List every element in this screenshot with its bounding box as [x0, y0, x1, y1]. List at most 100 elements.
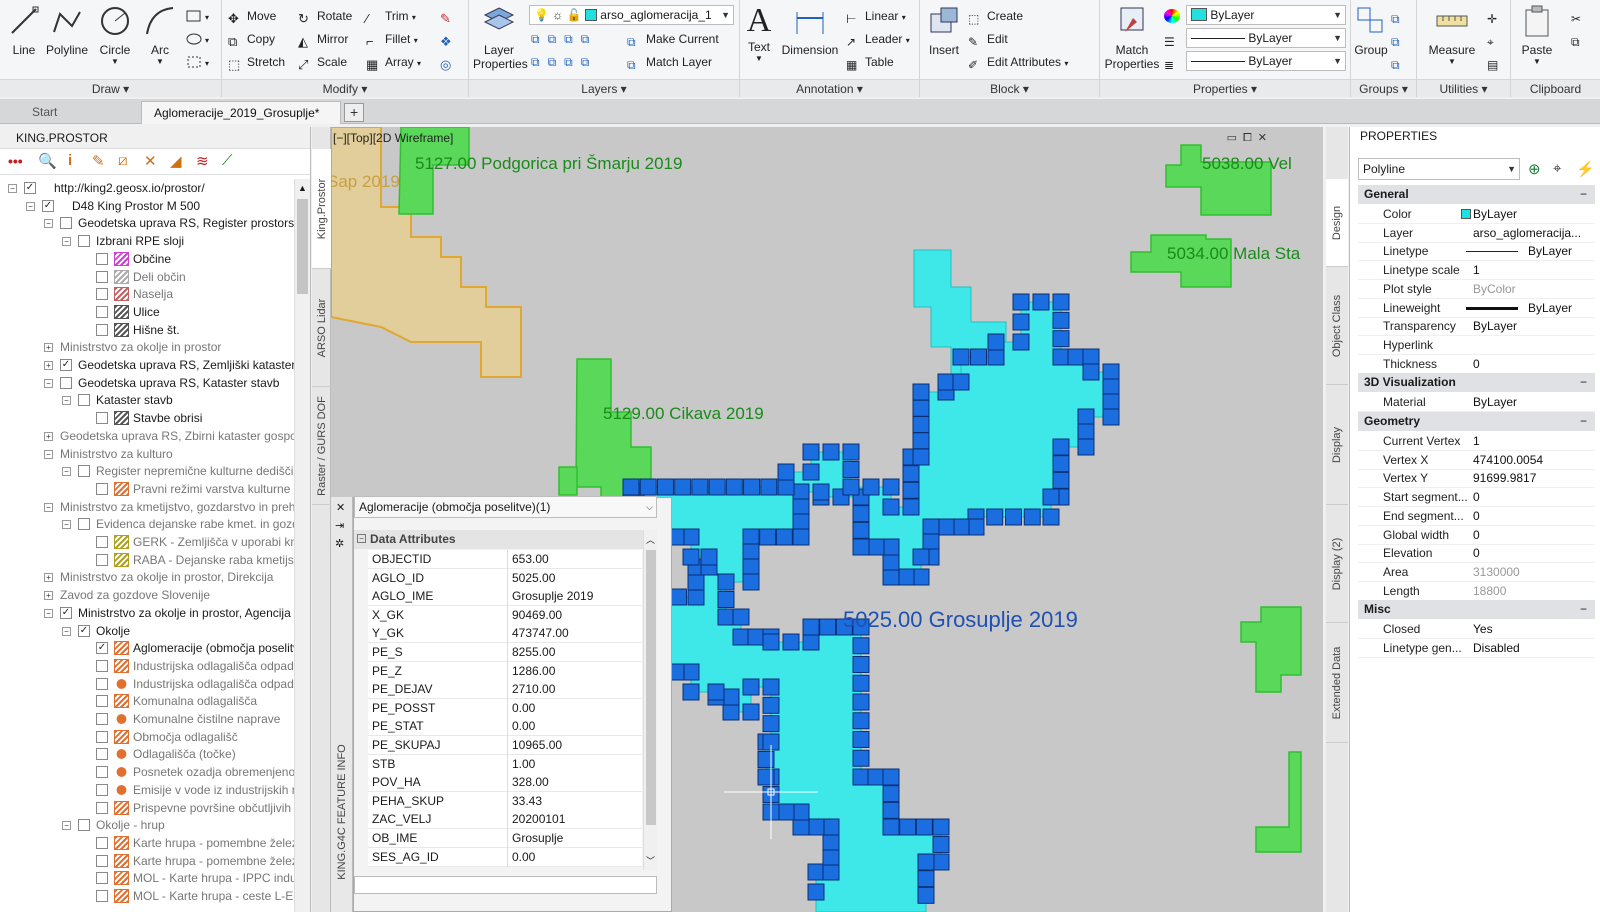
- tree-checkbox[interactable]: [60, 376, 72, 389]
- hatch-button[interactable]: ▾: [186, 29, 209, 49]
- tree-item[interactable]: Karte hrupa - pomembne železnice L: [0, 852, 294, 870]
- tree-item[interactable]: Območja odlagališč: [0, 728, 294, 746]
- info-icon[interactable]: i: [68, 152, 72, 169]
- vertex-grip[interactable]: [842, 443, 860, 461]
- id-point-button[interactable]: ⌖: [1487, 29, 1506, 49]
- vertex-grip[interactable]: [777, 803, 795, 821]
- object-type-selector[interactable]: Polyline ▼: [1358, 158, 1520, 180]
- property-row[interactable]: Lineweight ByLayer: [1358, 299, 1595, 318]
- vertex-grip[interactable]: [802, 618, 820, 636]
- tree-checkbox[interactable]: ✓: [42, 199, 54, 212]
- erase-button[interactable]: ✎: [440, 6, 459, 26]
- group-edit-button[interactable]: ⧉: [1391, 29, 1410, 49]
- tree-item[interactable]: Stavbe obrisi: [0, 409, 294, 427]
- vertex-grip[interactable]: [932, 818, 950, 836]
- vertex-grip[interactable]: [842, 478, 860, 496]
- viewport-controls-label[interactable]: [−][Top][2D Wireframe]: [333, 131, 453, 145]
- vtab-extended-data[interactable]: Extended Data: [1326, 623, 1348, 743]
- layers-panel-title[interactable]: Layers ▾: [469, 79, 739, 97]
- leader-button[interactable]: ↗ Leader ▾: [846, 29, 910, 49]
- property-value[interactable]: 91699.9817: [1473, 469, 1536, 488]
- tree-checkbox[interactable]: [96, 553, 108, 566]
- vertex-grip[interactable]: [912, 448, 930, 466]
- vertex-grip[interactable]: [742, 528, 760, 546]
- stretch-button[interactable]: ⬚ Stretch: [228, 52, 285, 72]
- tree-item[interactable]: GERK - Zemljišča v uporabi kmetijskih go…: [0, 533, 294, 551]
- offset-button[interactable]: ◎: [440, 52, 459, 72]
- tag-icon[interactable]: ⧄: [118, 152, 128, 169]
- match-layer-button[interactable]: ⧉ Match Layer: [627, 52, 712, 72]
- tree-item[interactable]: MOL - Karte hrupa - ceste L-E: [0, 887, 294, 905]
- property-row[interactable]: Length 18800: [1358, 582, 1595, 601]
- property-section-header[interactable]: 3D Visualization −: [1358, 373, 1595, 393]
- vertex-grip[interactable]: [742, 703, 760, 721]
- property-value[interactable]: ByLayer: [1528, 242, 1572, 261]
- cut-button[interactable]: ✂: [1571, 6, 1590, 26]
- vertex-grip[interactable]: [852, 637, 870, 655]
- tree-checkbox[interactable]: [96, 412, 108, 425]
- rotate-button[interactable]: ↻ Rotate: [298, 6, 352, 26]
- tree-checkbox[interactable]: [96, 854, 108, 867]
- vertex-grip[interactable]: [882, 768, 900, 786]
- tree-item[interactable]: − ✓ D48 King Prostor M 500: [0, 197, 294, 215]
- tree-item[interactable]: Odlagališča (točke): [0, 745, 294, 763]
- select-objects-icon[interactable]: ⌖: [1553, 160, 1561, 177]
- tree-item[interactable]: − Izbrani RPE sloji: [0, 232, 294, 250]
- data-attributes-header[interactable]: − Data Attributes: [354, 530, 657, 549]
- tree-checkbox[interactable]: [96, 783, 108, 796]
- vertex-grip[interactable]: [852, 693, 870, 711]
- vertex-grip[interactable]: [1023, 508, 1041, 526]
- attribute-row[interactable]: AGLO_ID 5025.00: [368, 568, 642, 588]
- vertex-grip[interactable]: [812, 483, 830, 501]
- vertex-grip[interactable]: [932, 853, 950, 871]
- vertex-grip[interactable]: [1052, 330, 1070, 348]
- vertex-grip[interactable]: [917, 853, 935, 871]
- property-row[interactable]: Linetype scale 1: [1358, 261, 1595, 281]
- line-tool-icon[interactable]: ⟋: [222, 152, 233, 169]
- arc-dropdown-arrow[interactable]: ▼: [140, 57, 180, 66]
- boundary-button[interactable]: ▾: [186, 52, 209, 72]
- dimension-button[interactable]: Dimension: [780, 4, 840, 57]
- array-button[interactable]: ▦ Array ▾: [366, 52, 421, 72]
- vertex-grip[interactable]: [1012, 333, 1030, 351]
- vertex-grip[interactable]: [1032, 293, 1050, 311]
- edit-block-button[interactable]: ✎ Edit: [968, 29, 1008, 49]
- tree-item[interactable]: − ✓ Ministrstvo za okolje in prostor, Agen…: [0, 604, 294, 622]
- vertex-grip[interactable]: [852, 749, 870, 767]
- vertex-grip[interactable]: [802, 463, 820, 481]
- vertex-grip[interactable]: [777, 478, 795, 496]
- vertex-grip[interactable]: [862, 478, 880, 496]
- property-row[interactable]: Transparency ByLayer: [1358, 317, 1595, 337]
- vtab-display[interactable]: Display: [1326, 385, 1348, 505]
- annotation-panel-title[interactable]: Annotation ▾: [740, 79, 919, 97]
- tree-expander[interactable]: −: [62, 520, 71, 530]
- linetype-dropdown[interactable]: ByLayer ▼: [1186, 28, 1346, 48]
- property-row[interactable]: Color ByLayer: [1358, 205, 1595, 224]
- vertex-grip[interactable]: [932, 836, 950, 853]
- vertex-grip[interactable]: [967, 518, 985, 536]
- tree-item[interactable]: Industrijska odlagališča odpadkov: [0, 657, 294, 675]
- property-value[interactable]: ByLayer: [1473, 205, 1517, 224]
- profile-icon[interactable]: ≋: [196, 152, 209, 170]
- property-value[interactable]: ByLayer: [1528, 299, 1572, 318]
- vertex-grip[interactable]: [852, 768, 870, 786]
- vertex-grip[interactable]: [882, 568, 900, 586]
- vertex-grip[interactable]: [742, 678, 760, 696]
- property-row[interactable]: Vertex Y 91699.9817: [1358, 469, 1595, 489]
- vertex-grip[interactable]: [687, 573, 705, 591]
- attribute-row[interactable]: PE_DEJAV 2710.00: [368, 680, 642, 700]
- property-section-header[interactable]: General −: [1358, 185, 1595, 204]
- property-value[interactable]: 3130000: [1473, 563, 1520, 582]
- tree-checkbox[interactable]: [78, 394, 90, 407]
- tree-checkbox[interactable]: [96, 766, 108, 779]
- vertex-grip[interactable]: [952, 518, 970, 536]
- tree-scroll-thumb[interactable]: [297, 199, 308, 294]
- vertex-grip[interactable]: [882, 498, 900, 516]
- vertex-grip[interactable]: [902, 498, 920, 516]
- tree-expander[interactable]: +: [44, 361, 53, 370]
- tree-expander[interactable]: +: [44, 573, 53, 583]
- tree-expander[interactable]: +: [44, 591, 53, 601]
- text-dropdown-arrow[interactable]: ▼: [742, 54, 776, 63]
- tree-expander[interactable]: −: [44, 608, 53, 618]
- vtab-raster-gurs-dof[interactable]: Raster / GURS DOF: [312, 387, 331, 505]
